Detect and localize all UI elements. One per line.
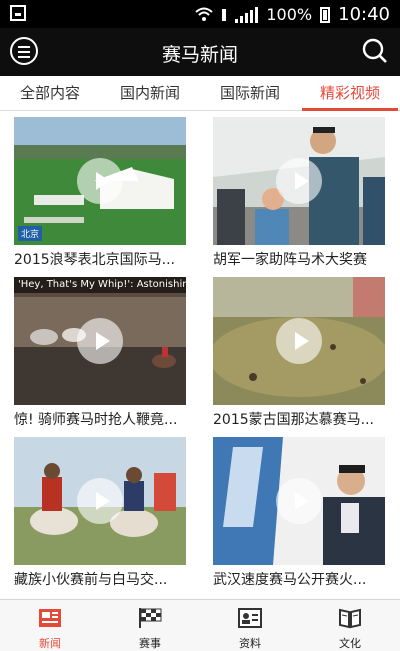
checkered-flag-icon [139, 608, 162, 628]
play-icon[interactable] [276, 478, 322, 524]
status-bar: 100% 10:40 [0, 0, 400, 28]
channel-badge: 北京 [18, 226, 43, 241]
bottom-navigation: 新闻 赛事 资料 文化 [0, 599, 400, 651]
nav-item-profiles[interactable]: 资料 [200, 600, 300, 651]
video-thumbnail: 北京 [14, 117, 186, 245]
video-caption: 胡军一家助阵马术大奖赛 [213, 252, 367, 268]
wifi-icon [195, 7, 214, 21]
video-card[interactable]: 武汉速度赛马公开赛火... [213, 437, 385, 589]
play-icon[interactable] [276, 158, 322, 204]
nav-item-culture[interactable]: 文化 [300, 600, 400, 651]
video-thumbnail [213, 117, 385, 245]
signal-icon [235, 6, 259, 23]
play-icon[interactable] [276, 318, 322, 364]
video-thumbnail [213, 277, 385, 405]
video-card[interactable]: 北京 2015浪琴表北京国际马... [14, 117, 186, 269]
video-card[interactable]: 2015蒙古国那达慕赛马... [213, 277, 385, 429]
video-card[interactable]: 'Hey, That's My Whip!': Astonishing Str.… [14, 277, 186, 429]
tab-domestic[interactable]: 国内新闻 [100, 76, 200, 110]
page-title: 赛马新闻 [161, 44, 238, 66]
video-card[interactable]: 胡军一家助阵马术大奖赛 [213, 117, 385, 269]
video-caption: 2015浪琴表北京国际马... [14, 252, 175, 268]
vibrate-icon [222, 8, 227, 21]
book-icon [339, 608, 361, 629]
play-icon[interactable] [77, 318, 123, 364]
clock: 10:40 [338, 4, 390, 25]
gallery-notification-icon [10, 5, 26, 21]
battery-icon [320, 6, 331, 23]
video-caption: 惊! 骑师赛马时抢人鞭竟... [14, 412, 178, 428]
video-thumbnail: 'Hey, That's My Whip!': Astonishing Str.… [14, 277, 186, 405]
category-tabs: 全部内容 国内新闻 国际新闻 精彩视频 [0, 76, 400, 111]
profile-card-icon [238, 608, 262, 628]
video-thumbnail [213, 437, 385, 565]
nav-item-news[interactable]: 新闻 [0, 600, 100, 651]
play-icon[interactable] [77, 158, 123, 204]
tab-videos[interactable]: 精彩视频 [300, 76, 400, 111]
video-caption: 武汉速度赛马公开赛火... [213, 572, 367, 588]
tab-all[interactable]: 全部内容 [0, 76, 100, 110]
video-caption: 藏族小伙赛前与白马交... [14, 572, 168, 588]
video-card[interactable]: 藏族小伙赛前与白马交... [14, 437, 186, 589]
video-title-overlay: 'Hey, That's My Whip!': Astonishing Str.… [14, 277, 186, 293]
play-icon[interactable] [77, 478, 123, 524]
video-grid: 北京 2015浪琴表北京国际马... 胡军一家助阵马术大奖赛 'Hey, Tha… [0, 111, 400, 597]
battery-percent: 100% [266, 5, 313, 24]
tab-international[interactable]: 国际新闻 [200, 76, 300, 110]
nav-item-events[interactable]: 赛事 [100, 600, 200, 651]
video-thumbnail [14, 437, 186, 565]
search-icon[interactable] [362, 38, 388, 64]
video-caption: 2015蒙古国那达慕赛马... [213, 412, 374, 428]
app-header: 赛马新闻 [0, 28, 400, 76]
news-icon [39, 609, 61, 627]
